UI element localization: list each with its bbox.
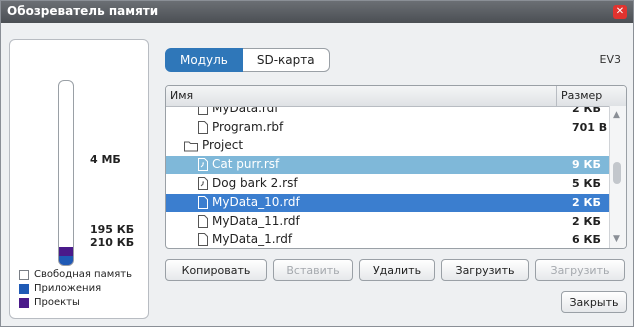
window-title: Обозреватель памяти bbox=[7, 4, 159, 18]
file-name: MyData_11.rdf bbox=[212, 214, 300, 228]
list-scrollbar[interactable]: ▲ ▼ bbox=[609, 106, 626, 248]
file-icon bbox=[198, 196, 208, 209]
list-item[interactable]: MyData_11.rdf 2 КБ bbox=[166, 213, 610, 231]
list-item[interactable]: MyData_1.rdf 6 КБ bbox=[166, 231, 610, 248]
download-button[interactable]: Загрузить bbox=[441, 259, 529, 281]
list-item[interactable]: Project bbox=[166, 137, 610, 155]
folder-icon bbox=[184, 141, 198, 152]
legend-free: Свободная память bbox=[19, 269, 132, 280]
projects-memory-label: 210 КБ bbox=[90, 236, 135, 249]
legend-free-label: Свободная память bbox=[34, 269, 132, 280]
tab-sd-card[interactable]: SD-карта bbox=[242, 48, 330, 72]
storage-bar-apps bbox=[59, 256, 73, 265]
sound-file-icon bbox=[198, 158, 208, 171]
file-size: 9 КБ bbox=[572, 158, 601, 171]
storage-bar bbox=[58, 80, 74, 266]
sound-file-icon bbox=[198, 177, 208, 190]
memory-legend: Свободная память Приложения Проекты bbox=[19, 269, 132, 311]
file-icon bbox=[198, 233, 208, 246]
legend-apps-swatch bbox=[19, 283, 29, 294]
file-size: 2 КБ bbox=[572, 215, 601, 228]
file-list: Имя Размер MyData.rdf 2 КБ Program.rbf 7… bbox=[165, 85, 627, 249]
file-icon bbox=[198, 215, 208, 228]
list-item[interactable]: Program.rbf 701 В bbox=[166, 119, 610, 137]
total-memory-label: 4 МБ bbox=[90, 153, 121, 166]
storage-tabs: Модуль SD-карта bbox=[165, 48, 330, 72]
upload-button[interactable]: Загрузить bbox=[535, 259, 625, 281]
close-button[interactable]: Закрыть bbox=[561, 291, 627, 313]
legend-projects: Проекты bbox=[19, 297, 132, 308]
header-divider-overlay bbox=[556, 86, 557, 106]
list-header-overlay: Имя Размер bbox=[166, 86, 626, 107]
file-icon bbox=[198, 121, 208, 134]
scroll-down-icon[interactable]: ▼ bbox=[613, 234, 620, 244]
scroll-up-icon[interactable]: ▲ bbox=[613, 110, 620, 120]
delete-button[interactable]: Удалить bbox=[359, 259, 435, 281]
column-header-size-overlay[interactable]: Размер bbox=[561, 89, 602, 102]
title-bar: Обозреватель памяти ✕ bbox=[1, 1, 633, 23]
file-name: MyData_1.rdf bbox=[212, 232, 293, 246]
file-name: Dog bark 2.rsf bbox=[212, 176, 298, 190]
file-size: 701 В bbox=[572, 121, 608, 134]
file-size: 6 КБ bbox=[572, 233, 601, 246]
scrollbar-thumb[interactable] bbox=[613, 162, 621, 184]
file-size: 2 КБ bbox=[572, 196, 601, 209]
legend-projects-label: Проекты bbox=[34, 297, 80, 308]
list-item[interactable]: Dog bark 2.rsf 5 КБ bbox=[166, 175, 610, 193]
brick-name: EV3 bbox=[599, 53, 621, 66]
file-name: MyData_10.rdf bbox=[212, 195, 300, 209]
list-item[interactable]: Cat purr.rsf 9 КБ bbox=[166, 156, 610, 174]
file-size: 5 КБ bbox=[572, 177, 601, 190]
copy-button[interactable]: Копировать bbox=[165, 259, 267, 281]
tab-module[interactable]: Модуль bbox=[165, 48, 243, 72]
file-name: Program.rbf bbox=[212, 120, 284, 134]
folder-name: Project bbox=[202, 138, 244, 152]
legend-apps: Приложения bbox=[19, 283, 132, 294]
column-header-name-overlay[interactable]: Имя bbox=[170, 89, 193, 102]
legend-apps-label: Приложения bbox=[34, 283, 102, 294]
paste-button[interactable]: Вставить bbox=[273, 259, 353, 281]
list-item[interactable]: MyData_10.rdf 2 КБ bbox=[166, 194, 610, 212]
legend-free-swatch bbox=[19, 269, 29, 280]
memory-browser-window: Обозреватель памяти ✕ 4 МБ 195 КБ 210 КБ… bbox=[0, 0, 634, 327]
apps-memory-label: 195 КБ bbox=[90, 223, 135, 236]
legend-projects-swatch bbox=[19, 297, 29, 308]
close-icon[interactable]: ✕ bbox=[613, 5, 627, 19]
file-name: Cat purr.rsf bbox=[212, 157, 280, 171]
